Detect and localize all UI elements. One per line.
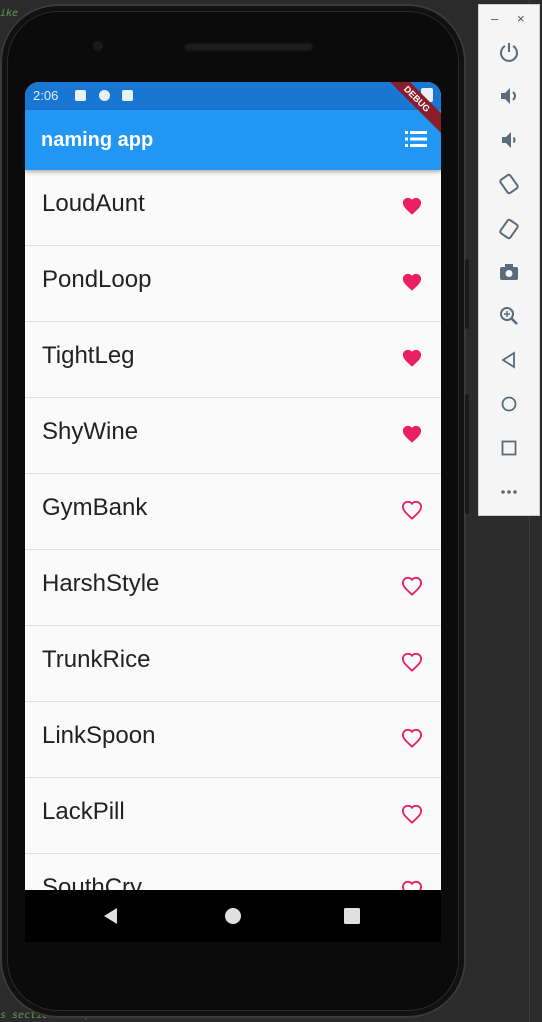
power-icon[interactable] (498, 41, 520, 63)
list-item[interactable]: TightLeg (25, 322, 441, 398)
heart-filled-icon[interactable] (401, 272, 423, 292)
ide-code-snippet-top: ike (0, 8, 19, 19)
word-label: SouthCry (42, 874, 143, 890)
list-item[interactable]: HarshStyle (25, 550, 441, 626)
list-item[interactable]: SouthCry (25, 854, 441, 890)
word-label: LoudAunt (42, 190, 145, 217)
home-icon[interactable] (498, 393, 520, 415)
minimize-button[interactable]: – (491, 11, 498, 26)
volume-up-icon[interactable] (498, 85, 520, 107)
volume-side-button (465, 259, 469, 329)
rotate-left-icon[interactable] (498, 173, 520, 195)
word-label: ShyWine (42, 418, 139, 445)
status-bar: 2:06 (25, 82, 441, 110)
more-icon[interactable] (498, 481, 520, 503)
heart-outline-icon[interactable] (401, 652, 423, 672)
word-label: TightLeg (42, 342, 135, 369)
earpiece-speaker (184, 42, 314, 52)
phone-screen: 2:06 DEBUG naming app LoudAunt PondLoop Ti… (25, 82, 441, 890)
android-nav-bar (25, 890, 441, 942)
word-label: TrunkRice (42, 646, 151, 673)
page-title: naming app (41, 129, 154, 151)
word-label: LackPill (42, 798, 125, 825)
heart-outline-icon[interactable] (401, 880, 423, 890)
word-label: PondLoop (42, 266, 152, 293)
word-label: HarshStyle (42, 570, 160, 597)
close-button[interactable]: × (517, 11, 525, 26)
list-item[interactable]: GymBank (25, 474, 441, 550)
heart-outline-icon[interactable] (401, 500, 423, 520)
camera-icon[interactable] (498, 261, 520, 283)
word-list: LoudAunt PondLoop TightLeg ShyWine GymBank Ha… (25, 170, 441, 890)
zoom-icon[interactable] (498, 305, 520, 327)
list-item[interactable]: ShyWine (25, 398, 441, 474)
rotate-right-icon[interactable] (498, 218, 520, 240)
list-item[interactable]: LoudAunt (25, 170, 441, 246)
back-icon[interactable] (498, 349, 520, 371)
status-time: 2:06 (33, 88, 59, 103)
power-side-button (465, 394, 469, 514)
heart-outline-icon[interactable] (401, 576, 423, 596)
front-camera (90, 38, 106, 54)
list-item[interactable]: LackPill (25, 778, 441, 854)
word-label: GymBank (42, 494, 148, 521)
list-item[interactable]: PondLoop (25, 246, 441, 322)
saved-list-icon[interactable] (405, 130, 427, 148)
emulator-toolbar: – × (478, 4, 540, 516)
heart-outline-icon[interactable] (401, 728, 423, 748)
overview-nav-icon[interactable] (341, 905, 363, 927)
home-nav-icon[interactable] (222, 905, 244, 927)
sync-icon (99, 90, 110, 101)
back-nav-icon[interactable] (100, 905, 122, 927)
word-label: LinkSpoon (42, 722, 156, 749)
heart-filled-icon[interactable] (401, 424, 423, 444)
volume-down-icon[interactable] (498, 129, 520, 151)
app-bar: naming app (25, 110, 441, 170)
list-item[interactable]: LinkSpoon (25, 702, 441, 778)
overview-icon[interactable] (498, 437, 520, 459)
heart-outline-icon[interactable] (401, 804, 423, 824)
heart-filled-icon[interactable] (401, 348, 423, 368)
sd-card-icon (122, 90, 133, 101)
list-item[interactable]: TrunkRice (25, 626, 441, 702)
notification-icon (75, 90, 86, 101)
heart-filled-icon[interactable] (401, 196, 423, 216)
